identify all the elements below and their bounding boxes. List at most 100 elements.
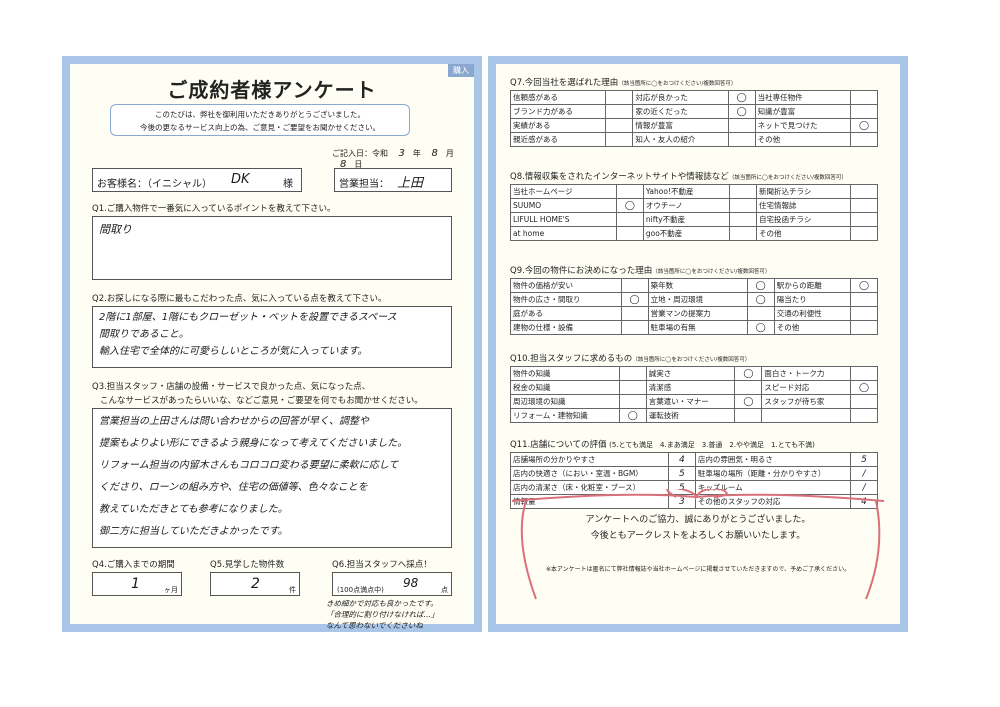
answer-mark[interactable]: ◯ xyxy=(618,408,647,423)
answer-mark[interactable]: ◯ xyxy=(727,104,756,119)
answer-mark[interactable]: ◯ xyxy=(850,118,878,133)
option-label: 立地・周辺環境 xyxy=(647,292,748,307)
answer-mark[interactable] xyxy=(605,90,634,105)
option-label: オウチーノ xyxy=(642,198,731,213)
answer-mark[interactable] xyxy=(850,104,878,119)
q2-line: 輸入住宅で全体的に可愛らしいところが気に入っています。 xyxy=(99,346,368,357)
option-label: 言葉遣い・マナー xyxy=(645,394,736,409)
answer-mark[interactable] xyxy=(850,132,878,147)
answer-mark[interactable]: ◯ xyxy=(746,278,775,293)
thanks-line-1: アンケートへのご協力、誠にありがとうございました。 xyxy=(585,515,811,525)
answer-mark[interactable] xyxy=(615,226,644,241)
date-month-unit: 月 xyxy=(445,149,454,158)
answer-mark[interactable] xyxy=(729,198,758,213)
answer-mark[interactable]: ◯ xyxy=(620,292,649,307)
option-label: 親近感がある xyxy=(509,132,607,147)
table-row: ブランド力がある 家の近くだった ◯ 知識が豊富 xyxy=(509,104,878,119)
q2-line: 2階に1部屋、1階にもクローゼット・ベットを設置できるスペース xyxy=(99,312,397,323)
answer-mark[interactable]: 5 xyxy=(667,466,696,481)
table-row: 税金の知識 清潔感 スピード対応 ◯ xyxy=(510,380,878,395)
answer-mark[interactable] xyxy=(605,118,634,133)
answer-mark[interactable] xyxy=(618,366,647,381)
option-label: 誠実さ xyxy=(645,366,736,381)
q3-answer-box[interactable]: 営業担当の上田さんは問い合わせからの回答が早く、調整や 提案もよりよい形にできる… xyxy=(92,408,452,548)
customer-name-field[interactable]: お客様名：（イニシャル） DK 様 xyxy=(92,168,302,192)
answer-mark[interactable] xyxy=(850,184,878,199)
option-label: 物件の価格が安い xyxy=(510,278,622,293)
q6-comment-line: きめ細かで対応も良かったです。 xyxy=(326,599,438,608)
answer-mark[interactable]: ◯ xyxy=(746,292,775,307)
right-sheet-inner: Q7.今回当社を選ばれた理由（該当箇所に◯をおつけください/複数回答可） 信頼感… xyxy=(496,64,900,624)
answer-mark[interactable] xyxy=(620,278,649,293)
q6-unit: 点 xyxy=(441,586,448,594)
q4-field[interactable]: 1 ヶ月 xyxy=(92,572,182,596)
answer-mark[interactable] xyxy=(729,226,758,241)
option-label: 周辺環境の知識 xyxy=(510,394,620,409)
q2-answer-box[interactable]: 2階に1部屋、1階にもクローゼット・ベットを設置できるスペース 間取りであること… xyxy=(92,306,452,368)
answer-mark[interactable] xyxy=(734,380,763,395)
q9-table: 物件の価格が安い 築年数 ◯ 駅からの距離 ◯ 物件の広さ・間取り ◯ 立地・周辺環境 ◯ 陽当た… xyxy=(510,278,878,335)
answer-mark[interactable] xyxy=(734,408,763,423)
answer-mark[interactable] xyxy=(618,380,647,395)
answer-mark[interactable]: 4 xyxy=(667,452,696,467)
answer-mark[interactable] xyxy=(605,104,634,119)
answer-mark[interactable] xyxy=(850,212,878,227)
answer-mark[interactable]: ◯ xyxy=(850,278,878,293)
q8-title: Q8.情報収集をされたインターネットサイトや情報誌など xyxy=(510,172,729,182)
answer-mark[interactable] xyxy=(620,320,649,335)
q6-comment: きめ細かで対応も良かったです。 「合理的に割り付けなければ…」 なんて思わないで… xyxy=(326,598,476,631)
q6-note: (100点満点中) xyxy=(337,586,384,594)
q5-field[interactable]: 2 件 xyxy=(210,572,300,596)
answer-mark[interactable] xyxy=(850,226,878,241)
answer-mark[interactable] xyxy=(850,366,878,381)
answer-mark[interactable]: ◯ xyxy=(734,366,763,381)
answer-mark[interactable]: ◯ xyxy=(727,90,756,105)
answer-mark[interactable] xyxy=(850,90,878,105)
answer-mark[interactable] xyxy=(605,132,634,147)
option-label: 清潔感 xyxy=(645,380,736,395)
option-label: リフォーム・建物知識 xyxy=(510,408,620,423)
answer-mark[interactable]: / xyxy=(850,466,878,481)
answer-mark[interactable] xyxy=(615,184,644,199)
table-row: 庭がある 営業マンの提案力 交通の利便性 xyxy=(510,306,878,321)
option-label: 信頼感がある xyxy=(509,90,607,105)
q10-table: 物件の知識 誠実さ ◯ 面白さ・トーク力 税金の知識 清潔感 スピード対応 ◯ 周辺環境の知識言… xyxy=(510,366,878,423)
answer-mark[interactable] xyxy=(727,132,756,147)
q6-field[interactable]: (100点満点中) 98 点 xyxy=(332,572,452,596)
answer-mark[interactable]: 5 xyxy=(850,452,878,467)
answer-mark[interactable] xyxy=(850,394,878,409)
staff-label: 営業担当： xyxy=(339,179,389,190)
date-year-unit: 年 xyxy=(412,149,421,158)
option-label: 当社ホームページ xyxy=(510,184,617,199)
answer-mark[interactable]: ◯ xyxy=(746,320,775,335)
answer-mark[interactable] xyxy=(850,306,878,321)
answer-mark[interactable] xyxy=(618,394,647,409)
q10-note: （該当箇所に◯をおつけください/複数回答可） xyxy=(632,357,751,363)
option-label: スピード対応 xyxy=(761,380,851,395)
option-label: 面白さ・トーク力 xyxy=(761,366,851,381)
answer-mark[interactable] xyxy=(727,118,756,133)
answer-mark[interactable] xyxy=(850,198,878,213)
table-row: 店内の快適さ（におい・室温・BGM） 5 駐車場の場所（距離・分かりやすさ） / xyxy=(510,466,878,481)
q1-answer-box[interactable]: 間取り xyxy=(92,216,452,280)
answer-mark[interactable] xyxy=(729,212,758,227)
q9-note: （該当箇所に◯をおつけください/複数回答可） xyxy=(652,269,771,275)
answer-mark[interactable] xyxy=(729,184,758,199)
answer-mark[interactable] xyxy=(850,292,878,307)
answer-mark[interactable] xyxy=(620,306,649,321)
answer-mark[interactable] xyxy=(850,320,878,335)
answer-mark[interactable] xyxy=(746,306,775,321)
customer-value: DK xyxy=(231,172,250,187)
customer-suffix: 様 xyxy=(283,179,293,190)
answer-mark[interactable] xyxy=(850,408,878,423)
answer-mark[interactable]: ◯ xyxy=(734,394,763,409)
answer-mark[interactable]: ◯ xyxy=(615,198,644,213)
intro-line-1: このたびは、弊社を御利用いただきありがとうございました。 xyxy=(155,110,365,119)
q10-title: Q10.担当スタッフに求めるもの xyxy=(510,354,633,364)
q5-label: Q5.見学した物件数 xyxy=(210,560,285,570)
option-label: 建物の仕様・設備 xyxy=(510,320,622,335)
answer-mark[interactable]: ◯ xyxy=(850,380,878,395)
q3-line: 教えていただきとても参考になりました。 xyxy=(99,504,288,515)
answer-mark[interactable] xyxy=(615,212,644,227)
staff-field[interactable]: 営業担当： 上田 xyxy=(334,168,452,192)
